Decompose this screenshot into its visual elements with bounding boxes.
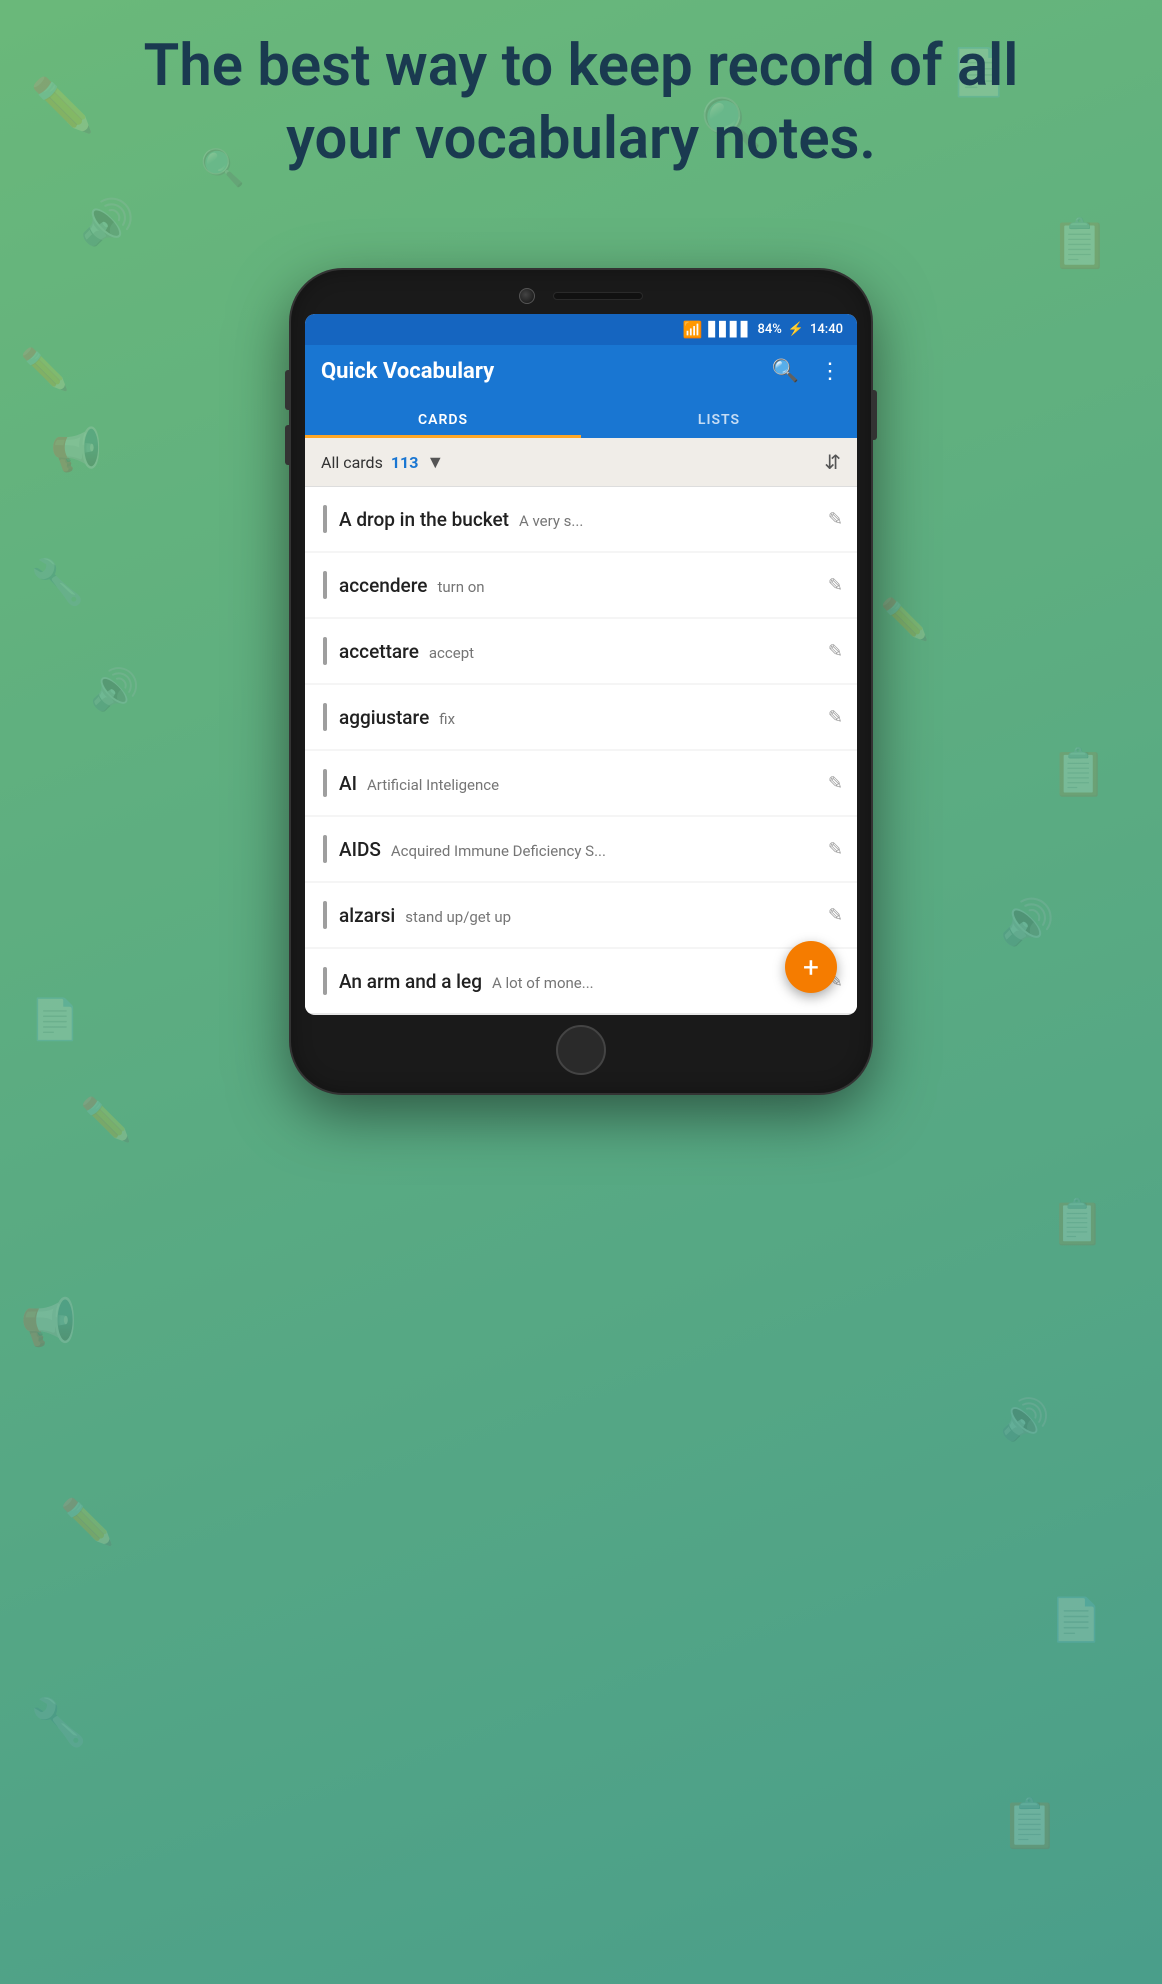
- card-content: AIDS Acquired Immune Deficiency S...: [339, 838, 818, 861]
- card-content: An arm and a leg A lot of mone...: [339, 970, 818, 993]
- volume-down-button: [285, 425, 290, 465]
- card-term: An arm and a leg: [339, 970, 482, 993]
- app-bar: Quick Vocabulary 🔍 ⋮: [305, 345, 857, 398]
- status-bar: 📶 ▋▋▋▋ 84% ⚡ 14:40: [305, 314, 857, 345]
- edit-icon[interactable]: ✎: [828, 575, 843, 596]
- signal-icon: ▋▋▋▋: [708, 322, 751, 338]
- card-definition: stand up/get up: [405, 908, 511, 926]
- clock: 14:40: [810, 322, 843, 337]
- charging-icon: ⚡: [788, 322, 804, 337]
- dropdown-arrow-icon[interactable]: ▼: [426, 452, 444, 473]
- hero-tagline: The best way to keep record of all your …: [144, 32, 1019, 173]
- hero-text: The best way to keep record of all your …: [0, 30, 1162, 175]
- tab-cards[interactable]: CARDS: [305, 398, 581, 438]
- battery-level: 84%: [757, 322, 781, 337]
- card-accent-bar: [323, 505, 327, 533]
- earpiece-speaker: [553, 292, 643, 300]
- edit-icon[interactable]: ✎: [828, 839, 843, 860]
- card-list: A drop in the bucket A very s... ✎ accen…: [305, 487, 857, 1013]
- phone-outer: 📶 ▋▋▋▋ 84% ⚡ 14:40 Quick Vocabulary 🔍 ⋮: [291, 270, 871, 1093]
- list-toolbar: All cards 113 ▼ ⇵: [305, 438, 857, 487]
- card-accent-bar: [323, 571, 327, 599]
- power-button: [872, 390, 877, 440]
- app-bar-actions: 🔍 ⋮: [772, 359, 841, 384]
- card-term: AIDS: [339, 838, 381, 861]
- list-item[interactable]: alzarsi stand up/get up ✎: [305, 883, 857, 947]
- list-item[interactable]: AI Artificial Inteligence ✎: [305, 751, 857, 815]
- card-content: AI Artificial Inteligence: [339, 772, 818, 795]
- phone-top-bar: [305, 288, 857, 304]
- edit-icon[interactable]: ✎: [828, 509, 843, 530]
- card-definition: A very s...: [519, 512, 583, 530]
- phone-bottom: [305, 1025, 857, 1075]
- card-content: aggiustare fix: [339, 706, 818, 729]
- edit-icon[interactable]: ✎: [828, 905, 843, 926]
- list-item[interactable]: An arm and a leg A lot of mone... ✎: [305, 949, 857, 1013]
- card-accent-bar: [323, 967, 327, 995]
- card-count: 113: [391, 453, 419, 472]
- card-definition: Acquired Immune Deficiency S...: [391, 842, 606, 860]
- edit-icon[interactable]: ✎: [828, 641, 843, 662]
- list-item[interactable]: A drop in the bucket A very s... ✎: [305, 487, 857, 551]
- card-accent-bar: [323, 637, 327, 665]
- list-item[interactable]: AIDS Acquired Immune Deficiency S... ✎: [305, 817, 857, 881]
- status-bar-icons: 📶 ▋▋▋▋ 84% ⚡ 14:40: [682, 320, 843, 339]
- card-term: alzarsi: [339, 904, 395, 927]
- card-term: accettare: [339, 640, 419, 663]
- card-definition: turn on: [437, 578, 484, 596]
- edit-icon[interactable]: ✎: [828, 773, 843, 794]
- card-accent-bar: [323, 901, 327, 929]
- card-definition: Artificial Inteligence: [367, 776, 499, 794]
- more-vert-icon[interactable]: ⋮: [819, 359, 841, 384]
- sort-icon[interactable]: ⇵: [824, 450, 841, 474]
- all-cards-label: All cards: [321, 453, 383, 472]
- card-content: A drop in the bucket A very s...: [339, 508, 818, 531]
- phone-screen: 📶 ▋▋▋▋ 84% ⚡ 14:40 Quick Vocabulary 🔍 ⋮: [305, 314, 857, 1015]
- tabs-bar: CARDS LISTS: [305, 398, 857, 438]
- card-content: alzarsi stand up/get up: [339, 904, 818, 927]
- front-camera: [519, 288, 535, 304]
- card-definition: accept: [429, 644, 474, 662]
- tab-lists[interactable]: LISTS: [581, 398, 857, 438]
- card-term: A drop in the bucket: [339, 508, 509, 531]
- card-accent-bar: [323, 835, 327, 863]
- search-icon[interactable]: 🔍: [772, 359, 799, 384]
- card-term: aggiustare: [339, 706, 429, 729]
- phone-mockup: 📶 ▋▋▋▋ 84% ⚡ 14:40 Quick Vocabulary 🔍 ⋮: [291, 270, 871, 1093]
- card-accent-bar: [323, 769, 327, 797]
- home-button[interactable]: [556, 1025, 606, 1075]
- card-term: accendere: [339, 574, 427, 597]
- add-card-fab[interactable]: +: [785, 941, 837, 993]
- card-definition: A lot of mone...: [492, 974, 594, 992]
- filter-section: All cards 113 ▼: [321, 452, 444, 473]
- volume-up-button: [285, 370, 290, 410]
- wifi-icon: 📶: [682, 320, 702, 339]
- card-accent-bar: [323, 703, 327, 731]
- card-content: accettare accept: [339, 640, 818, 663]
- app-title: Quick Vocabulary: [321, 359, 494, 384]
- add-icon: +: [803, 951, 819, 984]
- list-item[interactable]: aggiustare fix ✎: [305, 685, 857, 749]
- edit-icon[interactable]: ✎: [828, 707, 843, 728]
- list-item[interactable]: accendere turn on ✎: [305, 553, 857, 617]
- card-term: AI: [339, 772, 357, 795]
- list-item[interactable]: accettare accept ✎: [305, 619, 857, 683]
- card-content: accendere turn on: [339, 574, 818, 597]
- card-definition: fix: [439, 710, 455, 728]
